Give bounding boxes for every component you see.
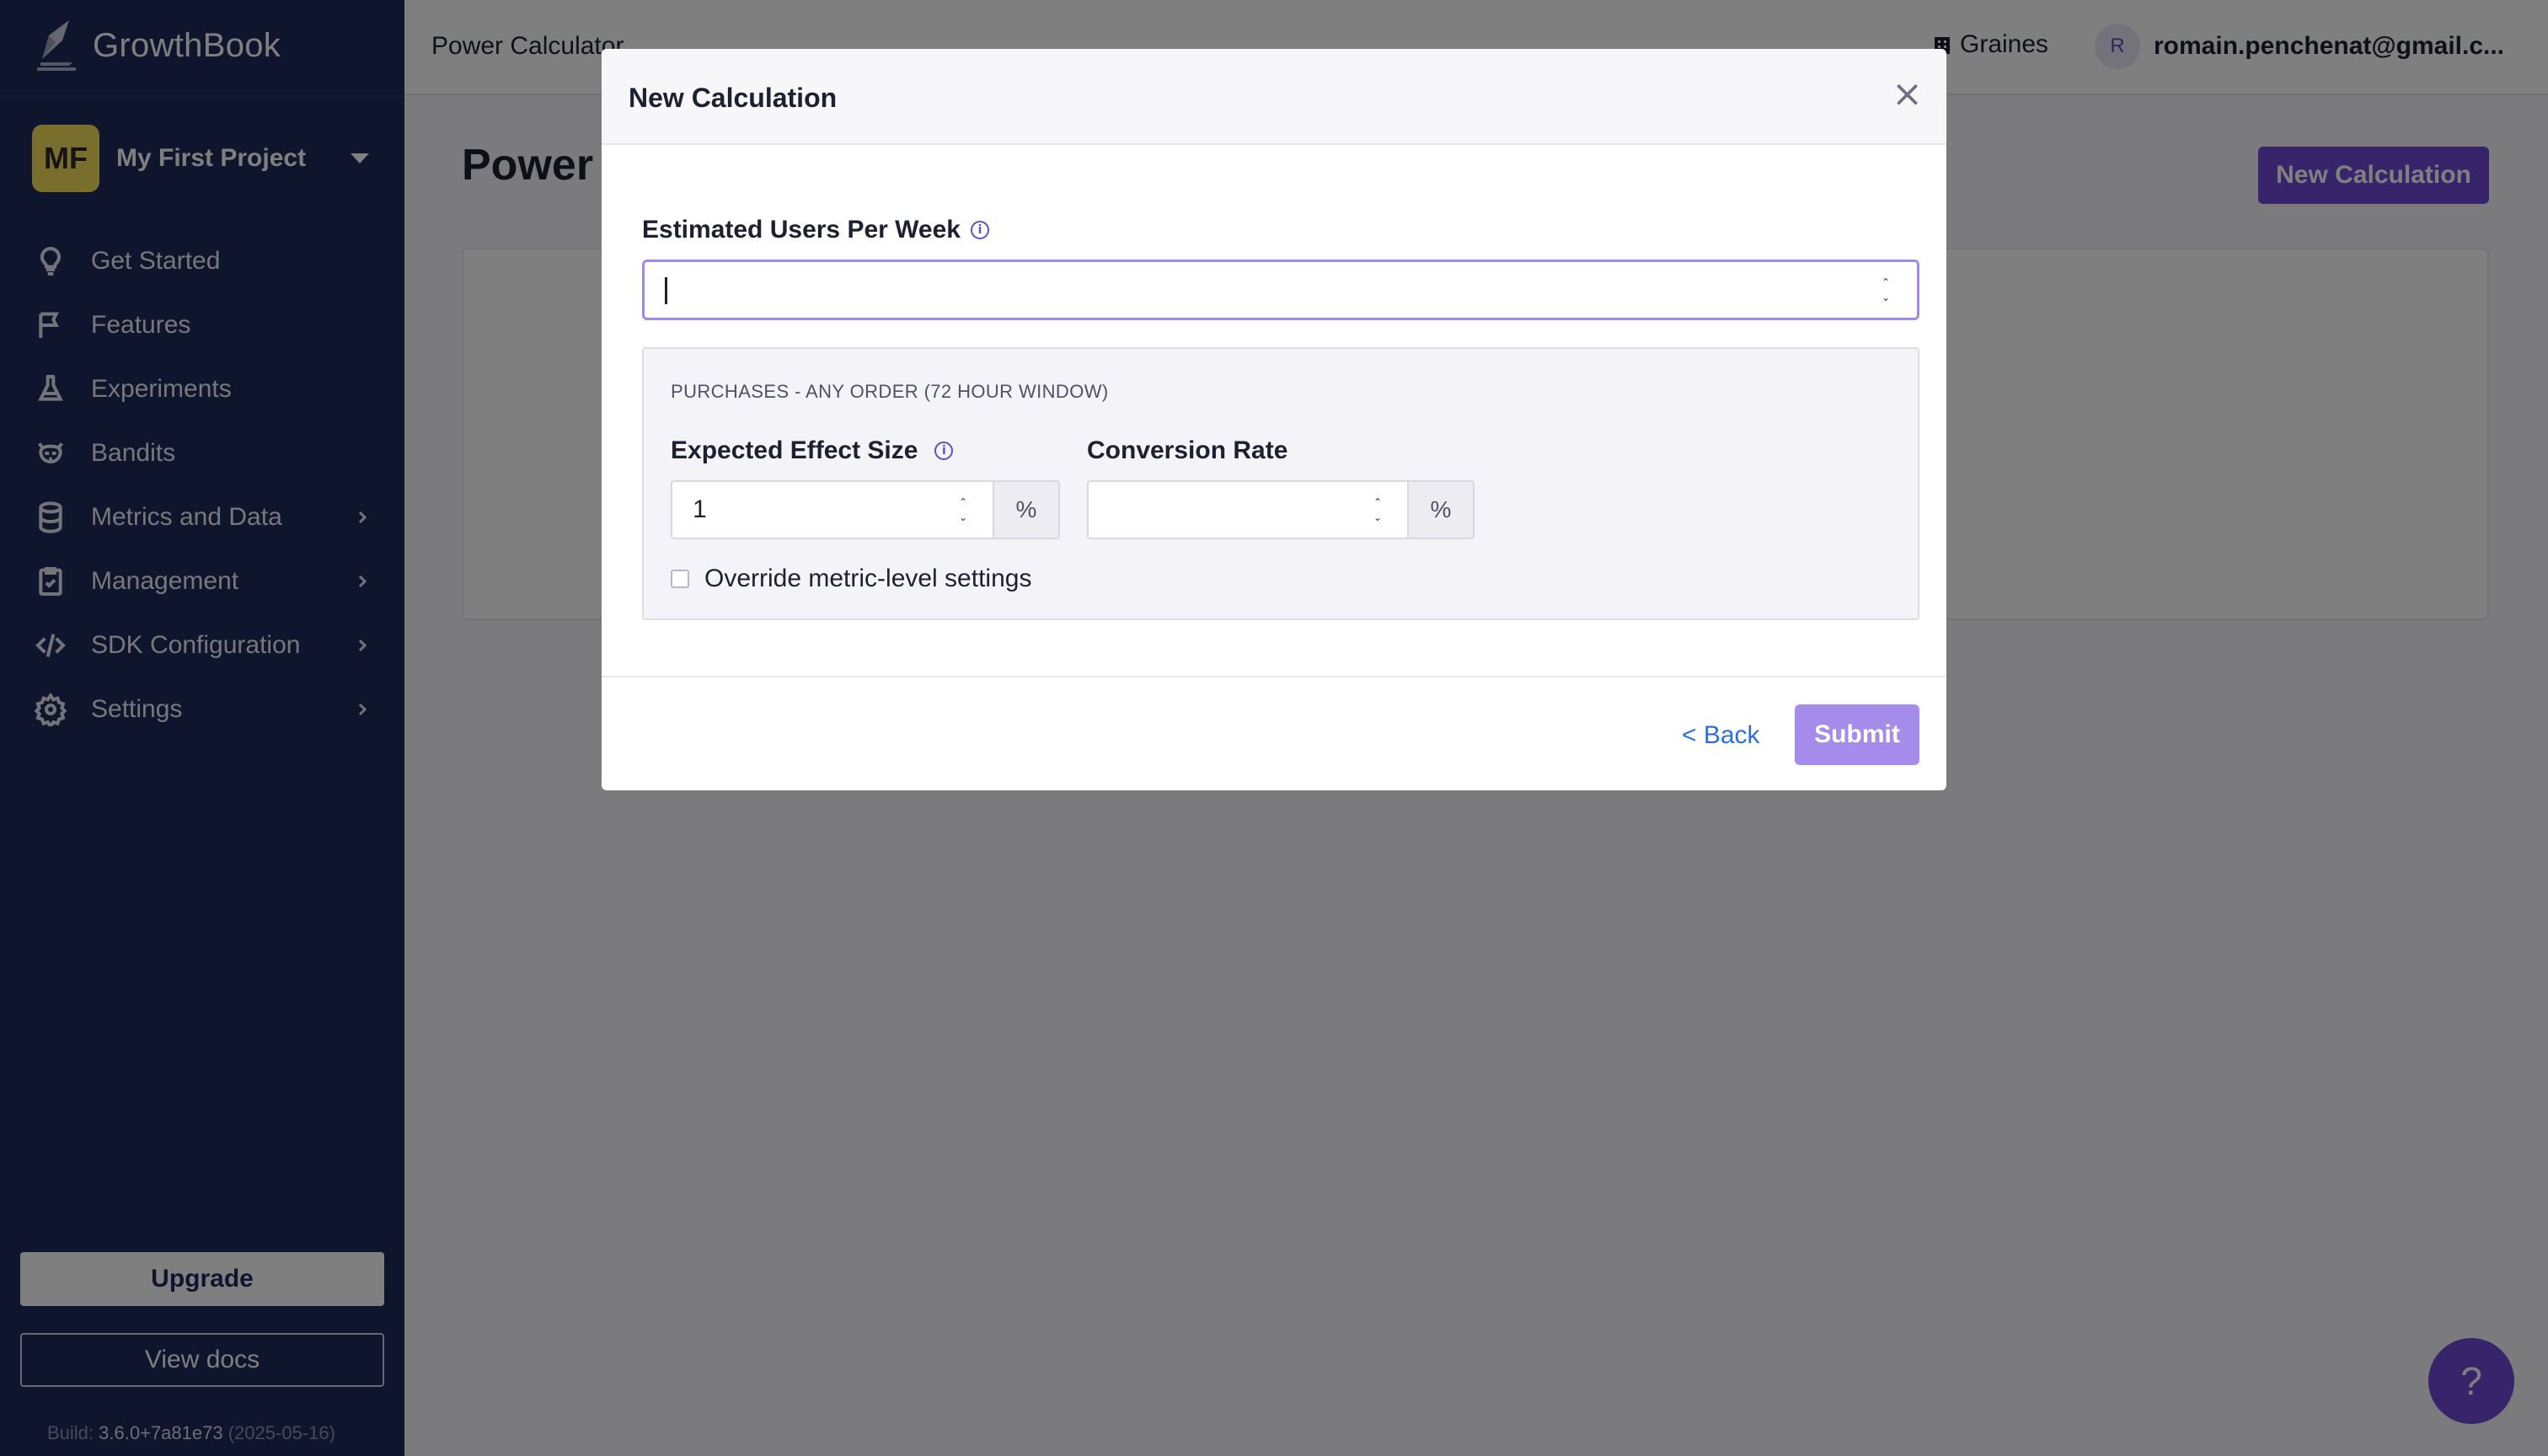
users-per-week-field[interactable]: ⌃ ⌄ bbox=[642, 260, 1919, 320]
conversion-rate-input[interactable] bbox=[1089, 482, 1407, 538]
modal-header: New Calculation × bbox=[602, 49, 1946, 145]
override-checkbox[interactable] bbox=[671, 570, 689, 588]
users-label-row: Estimated Users Per Week i bbox=[642, 216, 989, 244]
users-per-week-input[interactable] bbox=[645, 262, 1917, 318]
number-stepper-icon[interactable]: ⌃ ⌄ bbox=[1370, 497, 1385, 522]
new-calculation-modal: New Calculation × Estimated Users Per We… bbox=[602, 49, 1946, 790]
metric-title: PURCHASES - ANY ORDER (72 HOUR WINDOW) bbox=[671, 381, 1109, 402]
effect-size-label: Expected Effect Size bbox=[671, 436, 918, 464]
app-root: GrowthBook MF My First Project Get Start… bbox=[0, 0, 2548, 1456]
number-stepper-icon[interactable]: ⌃ ⌄ bbox=[956, 497, 971, 522]
close-icon[interactable]: × bbox=[1892, 76, 1923, 113]
percent-addon: % bbox=[994, 480, 1060, 539]
conversion-rate-field[interactable]: ⌃ ⌄ bbox=[1087, 480, 1409, 539]
override-setting[interactable]: Override metric-level settings bbox=[671, 565, 1031, 593]
modal-footer-divider bbox=[602, 676, 1946, 677]
info-icon[interactable]: i bbox=[970, 221, 989, 239]
number-stepper-icon[interactable]: ⌃ ⌄ bbox=[1878, 277, 1893, 302]
info-icon[interactable]: i bbox=[934, 442, 954, 460]
percent-addon: % bbox=[1409, 480, 1475, 539]
metric-settings-box: PURCHASES - ANY ORDER (72 HOUR WINDOW) E… bbox=[642, 347, 1919, 620]
submit-button[interactable]: Submit bbox=[1795, 704, 1919, 765]
effect-size-field[interactable]: ⌃⌄ bbox=[671, 480, 994, 539]
conversion-label-row: Conversion Rate bbox=[1087, 436, 1287, 465]
users-label: Estimated Users Per Week bbox=[642, 216, 961, 244]
effect-label-row: Expected Effect Size i bbox=[671, 436, 954, 465]
back-button[interactable]: < Back bbox=[1682, 721, 1760, 750]
effect-size-input[interactable] bbox=[672, 482, 993, 538]
text-cursor bbox=[665, 277, 667, 304]
conversion-rate-label: Conversion Rate bbox=[1087, 436, 1288, 464]
override-label: Override metric-level settings bbox=[704, 565, 1032, 592]
modal-title: New Calculation bbox=[629, 83, 838, 113]
